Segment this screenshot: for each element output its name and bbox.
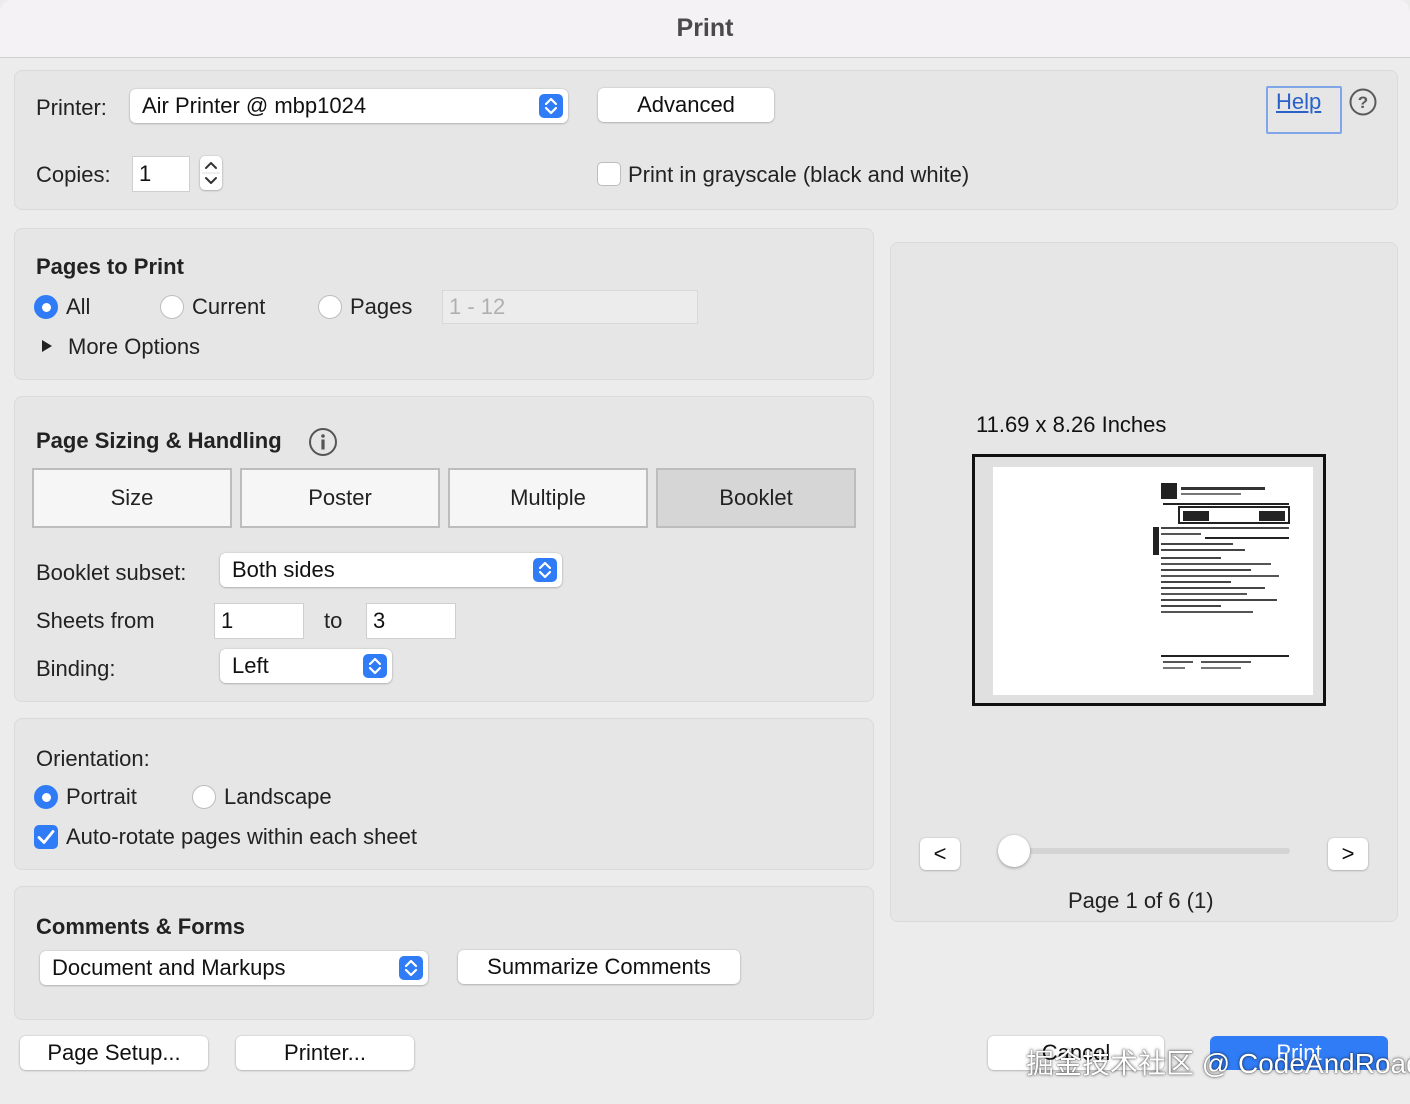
window-title: Print — [676, 14, 734, 42]
orientation-title: Orientation: — [36, 746, 150, 771]
mode-poster-button[interactable]: Poster — [240, 468, 440, 528]
binding-value: Left — [232, 653, 269, 678]
copies-field[interactable]: 1 — [132, 156, 190, 192]
radio-current[interactable] — [160, 295, 184, 319]
sheets-to-field[interactable]: 3 — [366, 603, 456, 639]
page-setup-label: Page Setup... — [47, 1040, 181, 1065]
watermark-text: 掘金技术社区 @ CodeAndRoad — [1026, 1048, 1410, 1079]
mode-booklet-label: Booklet — [719, 485, 793, 510]
auto-rotate-label: Auto-rotate pages within each sheet — [66, 824, 418, 849]
copies-stepper[interactable] — [200, 156, 222, 190]
mode-size-label: Size — [110, 485, 154, 510]
info-circle-icon[interactable] — [308, 427, 338, 457]
printer-select-value: Air Printer @ mbp1024 — [142, 93, 367, 118]
page-indicator: Page 1 of 6 (1) — [1068, 888, 1214, 913]
mode-size-button[interactable]: Size — [32, 468, 232, 528]
advanced-button[interactable]: Advanced — [598, 88, 774, 122]
print-dialog: Print Printer: Air Printer @ mbp1024 Adv… — [0, 0, 1410, 1104]
radio-all[interactable] — [34, 295, 58, 319]
page-slider-knob[interactable] — [998, 835, 1030, 867]
radio-pages-label: Pages — [350, 294, 413, 319]
radio-pages[interactable] — [318, 295, 342, 319]
question-circle-icon[interactable]: ? — [1349, 88, 1377, 116]
page-setup-button[interactable]: Page Setup... — [20, 1036, 208, 1070]
sheets-from-field[interactable]: 1 — [214, 603, 304, 639]
radio-landscape[interactable] — [192, 785, 216, 809]
advanced-button-label: Advanced — [637, 92, 735, 117]
copies-value: 1 — [139, 161, 152, 186]
mode-multiple-label: Multiple — [510, 485, 586, 510]
printer-button[interactable]: Printer... — [236, 1036, 414, 1070]
popup-arrows-icon — [533, 558, 557, 582]
next-page-label: > — [1341, 841, 1355, 866]
booklet-subset-label: Booklet subset: — [36, 560, 187, 585]
preview-page-content — [993, 467, 1313, 695]
comments-forms-select[interactable]: Document and Markups — [40, 951, 428, 985]
copies-label: Copies: — [36, 162, 111, 187]
booklet-subset-select[interactable]: Both sides — [220, 553, 562, 587]
grayscale-label: Print in grayscale (black and white) — [628, 162, 970, 187]
document-thumbnail — [1153, 483, 1290, 669]
page-sizing-title: Page Sizing & Handling — [36, 428, 282, 453]
mode-multiple-button[interactable]: Multiple — [448, 468, 648, 528]
more-options-label[interactable]: More Options — [68, 334, 200, 360]
preview-size-label: 11.69 x 8.26 Inches — [976, 412, 1167, 437]
radio-landscape-label: Landscape — [224, 784, 332, 809]
summarize-comments-label: Summarize Comments — [487, 954, 711, 979]
grayscale-checkbox[interactable] — [597, 162, 621, 186]
printer-button-label: Printer... — [284, 1040, 366, 1065]
sheets-to-value: 3 — [373, 608, 386, 633]
pages-range-field[interactable]: 1 - 12 — [442, 290, 698, 324]
prev-page-label: < — [933, 841, 947, 866]
summarize-comments-button[interactable]: Summarize Comments — [458, 950, 740, 984]
page-slider-track[interactable] — [1014, 848, 1290, 854]
binding-select[interactable]: Left — [220, 649, 392, 683]
radio-portrait-label: Portrait — [66, 784, 137, 809]
binding-label: Binding: — [36, 656, 116, 681]
auto-rotate-checkbox[interactable] — [34, 825, 58, 849]
disclosure-triangle-icon[interactable] — [40, 338, 54, 354]
help-link[interactable]: Help — [1276, 89, 1321, 115]
pages-to-print-title: Pages to Print — [36, 254, 184, 279]
printer-label: Printer: — [36, 95, 107, 120]
popup-arrows-icon — [399, 956, 423, 980]
comments-forms-value: Document and Markups — [52, 955, 286, 980]
popup-arrows-icon — [539, 94, 563, 118]
printer-select[interactable]: Air Printer @ mbp1024 — [130, 89, 568, 123]
radio-portrait[interactable] — [34, 785, 58, 809]
mode-booklet-button[interactable]: Booklet — [656, 468, 856, 528]
checkmark-icon — [37, 830, 55, 844]
svg-text:?: ? — [1358, 93, 1368, 112]
comments-forms-title: Comments & Forms — [36, 914, 246, 939]
radio-current-label: Current — [192, 294, 266, 319]
radio-all-label: All — [66, 294, 91, 319]
sheets-to-label: to — [324, 608, 343, 633]
title-bar: Print — [0, 0, 1410, 58]
page-preview — [972, 454, 1326, 706]
booklet-subset-value: Both sides — [232, 557, 335, 582]
mode-poster-label: Poster — [308, 485, 372, 510]
next-page-button[interactable]: > — [1328, 838, 1368, 870]
prev-page-button[interactable]: < — [920, 838, 960, 870]
sheets-from-label: Sheets from — [36, 608, 155, 633]
sheets-from-value: 1 — [221, 608, 234, 633]
pages-range-placeholder: 1 - 12 — [449, 294, 506, 319]
popup-arrows-icon — [363, 654, 387, 678]
